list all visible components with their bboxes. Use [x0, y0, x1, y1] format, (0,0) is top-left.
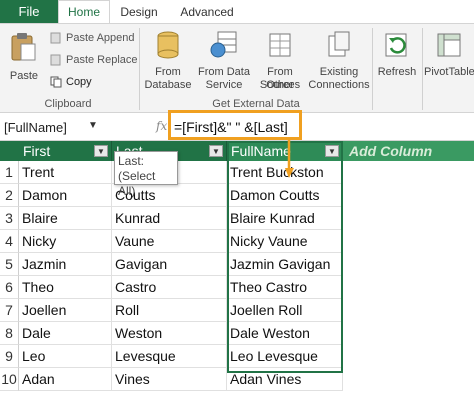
data-service-icon — [210, 31, 237, 58]
tab-design[interactable]: Design — [112, 0, 166, 23]
refresh-icon — [385, 33, 407, 57]
ribbon-separator — [422, 28, 423, 110]
paste-replace-button[interactable]: Paste Replace — [50, 54, 138, 66]
cell-fullname[interactable]: Theo Castro — [227, 276, 343, 299]
function-icon[interactable]: fx — [156, 119, 167, 133]
header-add-column[interactable]: Add Column — [343, 141, 474, 161]
get-external-data-group-label: Get External Data — [212, 98, 300, 110]
cell-fullname[interactable]: Blaire Kunrad — [227, 207, 343, 230]
paste-icon — [11, 33, 36, 61]
cell-fullname[interactable]: Leo Levesque — [227, 345, 343, 368]
copy-icon — [50, 76, 62, 88]
cell-first[interactable]: Theo — [19, 276, 112, 299]
pivottable-icon — [437, 33, 461, 57]
cell-first[interactable]: Damon — [19, 184, 112, 207]
filter-tooltip: Last: (Select All) — [114, 151, 178, 198]
cell-last[interactable]: Levesque — [112, 345, 227, 368]
from-data-service-button[interactable]: From Data Service — [196, 28, 252, 94]
cell-fullname[interactable]: Nicky Vaune — [227, 230, 343, 253]
paste-label: Paste — [9, 70, 39, 82]
from-database-label-1: From — [155, 66, 181, 78]
paste-button[interactable]: Paste — [6, 30, 42, 88]
existing-connections-button[interactable]: Existing Connections — [308, 28, 370, 94]
tab-file[interactable]: File — [0, 0, 58, 23]
row-number[interactable]: 5 — [0, 253, 19, 276]
filter-dropdown-icon[interactable]: ▼ — [325, 145, 339, 157]
clipboard-group-label: Clipboard — [44, 98, 92, 110]
cell-last[interactable]: Castro — [112, 276, 227, 299]
cell-first[interactable]: Trent — [19, 161, 112, 184]
existing-connections-label-2: Connections — [308, 79, 370, 91]
cell-last[interactable]: Roll — [112, 299, 227, 322]
filter-dropdown-icon[interactable]: ▼ — [209, 145, 223, 157]
cell-first[interactable]: Dale — [19, 322, 112, 345]
paste-append-label: Paste Append — [66, 32, 135, 44]
row-number[interactable]: 4 — [0, 230, 19, 253]
filter-dropdown-icon[interactable]: ▼ — [94, 145, 108, 157]
row-number[interactable]: 8 — [0, 322, 19, 345]
connections-icon — [328, 31, 350, 57]
ribbon-tab-bar: File Home Design Advanced — [0, 0, 474, 23]
formula-highlight-box — [168, 110, 302, 140]
corner-header — [0, 141, 19, 161]
ribbon-separator — [372, 28, 373, 110]
row-number[interactable]: 2 — [0, 184, 19, 207]
cell-last[interactable]: Kunrad — [112, 207, 227, 230]
from-database-label-2: Database — [144, 79, 192, 91]
name-box-value: [FullName] — [4, 119, 67, 135]
ribbon: Paste Paste Append Paste Replace Copy Cl… — [0, 23, 474, 113]
row-number[interactable]: 6 — [0, 276, 19, 299]
cell-fullname[interactable]: Adan Vines — [227, 368, 343, 391]
from-other-sources-button[interactable]: From Other Sources — [252, 28, 308, 94]
copy-button[interactable]: Copy — [50, 76, 92, 88]
cell-last[interactable]: Vaune — [112, 230, 227, 253]
cell-fullname[interactable]: Jazmin Gavigan — [227, 253, 343, 276]
tab-advanced[interactable]: Advanced — [172, 0, 242, 23]
name-box[interactable]: [FullName] ▼ — [4, 117, 104, 137]
pivottable-label: PivotTable — [424, 66, 474, 78]
data-grid: First ▼ Last ▼ FullName ▼ Add Column 1Tr… — [0, 138, 474, 415]
row-number[interactable]: 7 — [0, 299, 19, 322]
from-data-service-label-2: Service — [205, 79, 243, 91]
header-first[interactable]: First ▼ — [19, 141, 112, 161]
from-other-sources-label-2: Sources — [259, 79, 301, 91]
paste-replace-icon — [50, 54, 61, 66]
pivottable-button[interactable]: PivotTable — [424, 28, 474, 94]
row-number[interactable]: 10 — [0, 368, 19, 391]
ribbon-separator — [139, 28, 140, 110]
row-number[interactable]: 1 — [0, 161, 19, 184]
arrow-icon — [285, 138, 294, 178]
header-first-label: First — [23, 143, 51, 159]
paste-replace-label: Paste Replace — [66, 54, 138, 66]
other-sources-icon — [269, 33, 291, 57]
cell-last[interactable]: Vines — [112, 368, 227, 391]
from-database-button[interactable]: From Database — [142, 28, 194, 94]
paste-append-button[interactable]: Paste Append — [50, 32, 135, 44]
cell-first[interactable]: Jazmin — [19, 253, 112, 276]
database-icon — [157, 31, 179, 59]
tab-home[interactable]: Home — [58, 0, 110, 23]
refresh-button[interactable]: Refresh — [374, 28, 420, 94]
cell-first[interactable]: Leo — [19, 345, 112, 368]
copy-label: Copy — [66, 76, 92, 88]
existing-connections-label-1: Existing — [319, 66, 359, 78]
chevron-down-icon[interactable]: ▼ — [88, 120, 98, 131]
cell-fullname[interactable]: Joellen Roll — [227, 299, 343, 322]
header-fullname-label: FullName — [231, 143, 291, 159]
tooltip-title: Last: — [118, 154, 145, 168]
cell-first[interactable]: Blaire — [19, 207, 112, 230]
cell-fullname[interactable]: Dale Weston — [227, 322, 343, 345]
refresh-label: Refresh — [377, 66, 417, 78]
cell-first[interactable]: Joellen — [19, 299, 112, 322]
row-number[interactable]: 3 — [0, 207, 19, 230]
row-number[interactable]: 9 — [0, 345, 19, 368]
cell-last[interactable]: Gavigan — [112, 253, 227, 276]
from-data-service-label-1: From Data — [198, 66, 250, 78]
cell-first[interactable]: Adan — [19, 368, 112, 391]
cell-first[interactable]: Nicky — [19, 230, 112, 253]
tooltip-select-all: (Select All) — [118, 169, 156, 198]
paste-append-icon — [50, 32, 61, 44]
cell-last[interactable]: Weston — [112, 322, 227, 345]
